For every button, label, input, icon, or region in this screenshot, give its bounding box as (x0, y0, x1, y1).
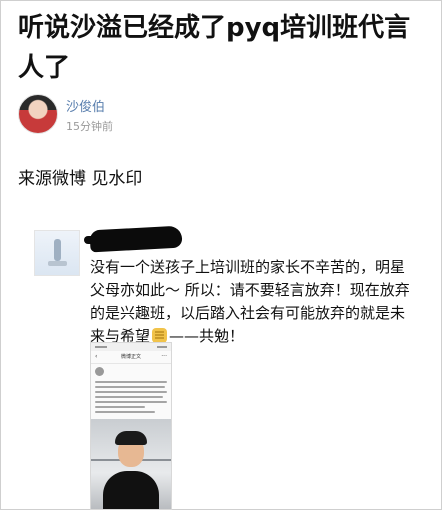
phone-post-photo (91, 419, 171, 509)
phone-nav-title: 微博正文 (120, 354, 141, 360)
author-name[interactable]: 沙俊伯 (66, 96, 105, 115)
back-icon: ‹ (95, 353, 98, 360)
phone-post-text-lines (95, 381, 167, 416)
author-avatar[interactable] (18, 94, 58, 134)
post-title: 听说沙溢已经成了pyq培训班代言人了 (18, 13, 411, 83)
weibo-text-main: 没有一个送孩子上培训班的家长不辛苦的，明星父母亦如此～ 所以：请不要轻言放弃！现… (90, 258, 410, 345)
phone-nav-bar: ‹ 微博正文 ··· (91, 351, 171, 364)
fist-emoji-icon (152, 328, 168, 343)
post-body-text: 来源微博 见水印 (18, 169, 143, 189)
weibo-user-avatar (34, 230, 80, 276)
post-time: 15分钟前 (66, 120, 113, 133)
phone-post-header (95, 367, 167, 377)
embedded-screenshot[interactable]: 没有一个送孩子上培训班的家长不辛苦的，明星父母亦如此～ 所以：请不要轻言放弃！现… (34, 224, 414, 510)
phone-post-avatar (95, 367, 104, 376)
author-row[interactable]: 沙俊伯 15分钟前 (18, 94, 318, 138)
weibo-post-text: 没有一个送孩子上培训班的家长不辛苦的，明星父母亦如此～ 所以：请不要轻言放弃！现… (90, 256, 412, 348)
phone-screenshot-thumbnail[interactable]: ‹ 微博正文 ··· (90, 342, 172, 510)
weibo-text-end: ——共勉！ (169, 327, 245, 345)
more-icon: ··· (161, 353, 167, 360)
redacted-username (89, 225, 183, 253)
phone-status-bar (91, 343, 171, 351)
